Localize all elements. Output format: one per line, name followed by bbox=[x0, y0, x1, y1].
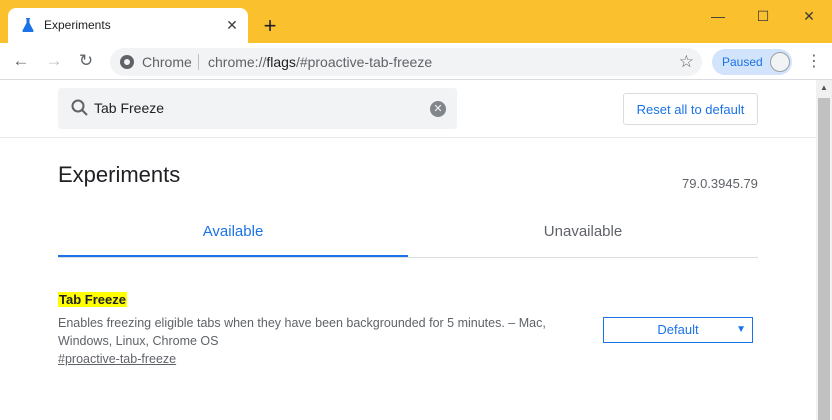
url-path: /#proactive-tab-freeze bbox=[295, 54, 433, 70]
browser-toolbar: ← → ↻ Chrome chrome://flags/#proactive-t… bbox=[0, 43, 832, 80]
flags-header: ✕ Reset all to default bbox=[0, 80, 816, 138]
browser-tab-experiments[interactable]: Experiments ✕ bbox=[8, 8, 248, 43]
flask-icon bbox=[22, 18, 34, 32]
profile-paused-button[interactable]: Paused bbox=[712, 49, 792, 75]
url-text[interactable]: chrome://flags/#proactive-tab-freeze bbox=[208, 54, 432, 70]
avatar-icon bbox=[770, 52, 790, 72]
experiment-permalink[interactable]: #proactive-tab-freeze bbox=[58, 352, 176, 366]
back-arrow-icon[interactable]: ← bbox=[10, 50, 32, 72]
tab-unavailable[interactable]: Unavailable bbox=[408, 208, 758, 256]
experiment-state-select[interactable]: Default ▼ bbox=[603, 317, 753, 343]
dropdown-caret-icon: ▼ bbox=[736, 324, 746, 335]
tab-available[interactable]: Available bbox=[58, 208, 408, 257]
site-info-icon[interactable] bbox=[120, 55, 134, 69]
experiment-name: Tab Freeze bbox=[58, 292, 127, 307]
forward-arrow-icon[interactable]: → bbox=[43, 50, 65, 72]
experiment-description: Enables freezing eligible tabs when they… bbox=[58, 316, 546, 348]
url-host: flags bbox=[266, 54, 296, 70]
select-value: Default bbox=[657, 322, 699, 337]
reload-icon[interactable]: ↻ bbox=[75, 50, 97, 72]
close-window-button[interactable]: ✕ bbox=[794, 6, 824, 26]
clear-icon[interactable]: ✕ bbox=[430, 101, 446, 117]
star-icon[interactable]: ☆ bbox=[679, 52, 694, 72]
scrollbar[interactable]: ▲ bbox=[816, 80, 832, 420]
experiment-item: Tab Freeze Enables freezing eligible tab… bbox=[58, 292, 758, 372]
close-icon[interactable]: ✕ bbox=[224, 17, 240, 33]
version-label: 79.0.3945.79 bbox=[682, 176, 758, 191]
scroll-up-arrow-icon[interactable]: ▲ bbox=[816, 82, 832, 94]
search-input[interactable] bbox=[94, 98, 424, 118]
tab-title: Experiments bbox=[44, 18, 111, 32]
page-title: Experiments bbox=[58, 162, 181, 187]
search-icon bbox=[71, 99, 88, 116]
omnibox-separator bbox=[198, 54, 199, 70]
more-menu-icon[interactable]: ⋮ bbox=[806, 53, 822, 71]
title-bar: Experiments ✕ + — ☐ ✕ bbox=[0, 0, 832, 43]
minimize-button[interactable]: — bbox=[703, 6, 733, 26]
scroll-thumb[interactable] bbox=[818, 98, 830, 420]
plus-icon[interactable]: + bbox=[260, 15, 280, 37]
profile-status-label: Paused bbox=[722, 55, 763, 69]
maximize-button[interactable]: ☐ bbox=[748, 6, 778, 26]
url-prefix: chrome:// bbox=[208, 54, 267, 70]
experiments-tabs: Available Unavailable bbox=[58, 208, 758, 258]
address-bar[interactable]: Chrome chrome://flags/#proactive-tab-fre… bbox=[110, 48, 702, 76]
reset-all-button[interactable]: Reset all to default bbox=[623, 93, 758, 125]
search-box[interactable]: ✕ bbox=[58, 88, 457, 129]
site-chip-label: Chrome bbox=[142, 54, 192, 70]
